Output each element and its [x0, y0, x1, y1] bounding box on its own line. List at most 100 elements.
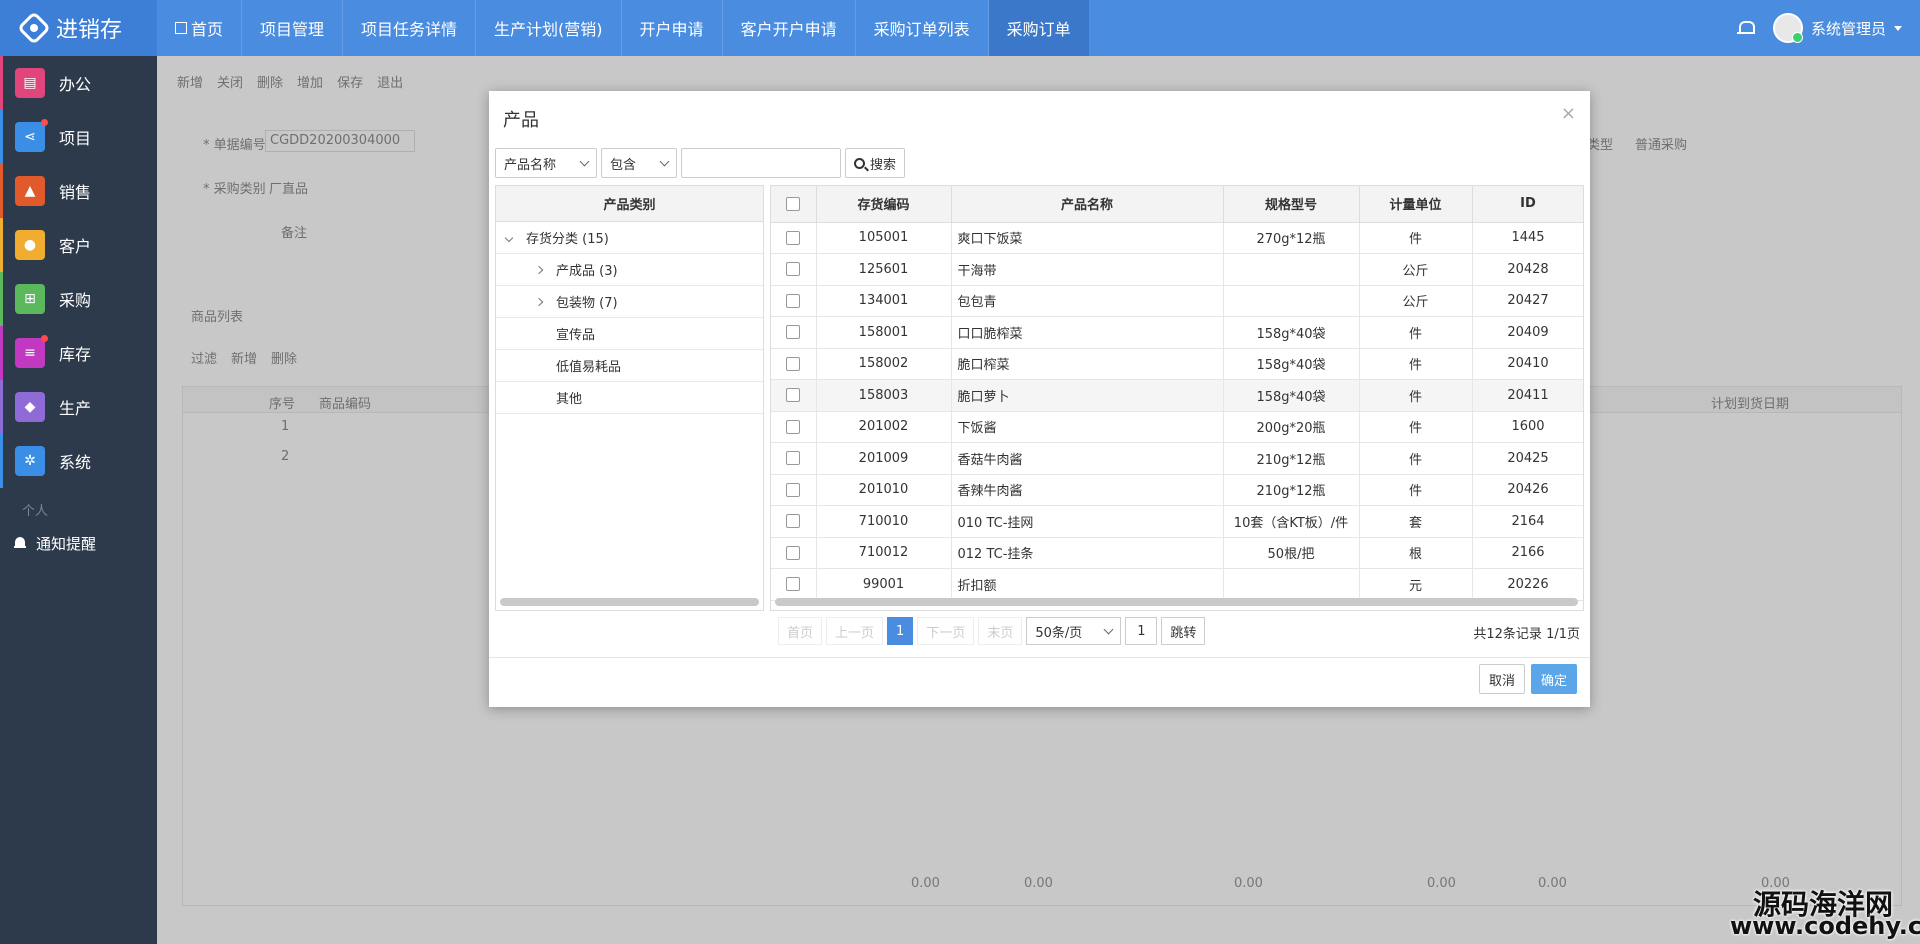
tree-node[interactable]: 产成品 (3) — [496, 254, 763, 286]
chevron-right-icon[interactable] — [534, 297, 544, 307]
row-checkbox[interactable] — [786, 262, 801, 277]
tab-nav-4[interactable]: 开户申请 — [622, 0, 723, 56]
sidebar-item-0[interactable]: ▤ 办公 — [0, 56, 157, 110]
cell-code: 158001 — [816, 316, 952, 349]
row-checkbox-cell[interactable] — [771, 316, 817, 349]
bell-icon — [14, 537, 26, 549]
table-row[interactable]: 201009 香菇牛肉酱 210g*12瓶件 20425 — [771, 442, 1583, 475]
row-checkbox-cell[interactable] — [771, 285, 817, 317]
sidebar-item-2[interactable]: ▲ 销售 — [0, 164, 157, 218]
row-checkbox-cell[interactable] — [771, 537, 817, 569]
watermark-line2: www.codehy.com — [1730, 912, 1920, 940]
row-checkbox[interactable] — [786, 293, 801, 308]
user-menu[interactable]: 系统管理员 — [1772, 13, 1902, 43]
table-row[interactable]: 158003 脆口萝卜 158g*40袋件 20411 — [771, 379, 1583, 412]
close-icon[interactable]: × — [1561, 103, 1576, 124]
bell-icon[interactable] — [1736, 20, 1755, 36]
sidebar-item-7[interactable]: ✲ 系统 — [0, 434, 157, 488]
chevron-down-icon[interactable] — [504, 233, 514, 243]
logo-icon — [17, 11, 51, 45]
table-row[interactable]: 125601 干海带 公斤 20428 — [771, 253, 1583, 286]
tree-node[interactable]: 存货分类 (15) — [496, 222, 763, 254]
sidebar-item-1[interactable]: ⋖ 项目 — [0, 110, 157, 164]
table-row[interactable]: 710012 012 TC-挂条 50根/把根 2166 — [771, 537, 1583, 569]
horizontal-scrollbar[interactable] — [500, 598, 759, 606]
row-checkbox-cell[interactable] — [771, 411, 817, 443]
first-page-button[interactable]: 首页 — [778, 617, 823, 645]
col-header[interactable]: 产品名称 — [951, 186, 1224, 223]
col-header[interactable]: ID — [1472, 186, 1583, 223]
brand[interactable]: 进销存 — [0, 0, 157, 56]
jump-page-input[interactable]: 1 — [1125, 617, 1158, 645]
tab-nav-5[interactable]: 客户开户申请 — [723, 0, 856, 56]
table-row[interactable]: 134001 包包青 公斤 20427 — [771, 285, 1583, 317]
sidebar-item-label: 系统 — [59, 453, 92, 472]
row-checkbox[interactable] — [786, 419, 801, 434]
filter-field-select[interactable]: 产品名称 — [495, 148, 597, 178]
row-checkbox[interactable] — [786, 356, 801, 371]
sidebar-item-4[interactable]: ⊞ 采购 — [0, 272, 157, 326]
row-checkbox[interactable] — [786, 482, 801, 497]
row-checkbox-cell[interactable] — [771, 253, 817, 286]
page-size-select[interactable]: 50条/页 — [1026, 617, 1122, 645]
confirm-button[interactable]: 确定 — [1531, 664, 1577, 694]
search-input[interactable] — [681, 148, 841, 178]
tree-node[interactable]: 宣传品 — [496, 318, 763, 350]
tree-node[interactable]: 其他 — [496, 382, 763, 414]
table-row[interactable]: 201010 香辣牛肉酱 210g*12瓶件 20426 — [771, 474, 1583, 506]
chevron-right-icon[interactable] — [534, 265, 544, 275]
tab-nav-7[interactable]: 采购订单 — [988, 0, 1090, 56]
tab-nav-3[interactable]: 生产计划(营销) — [476, 0, 622, 56]
tree-node[interactable]: 包装物 (7) — [496, 286, 763, 318]
cell-name: 012 TC-挂条 — [951, 537, 1224, 569]
row-checkbox[interactable] — [786, 325, 801, 340]
row-checkbox[interactable] — [786, 388, 801, 403]
row-checkbox[interactable] — [786, 514, 801, 529]
tab-nav-1[interactable]: 项目管理 — [242, 0, 344, 56]
row-checkbox-cell[interactable] — [771, 222, 817, 254]
prev-page-button[interactable]: 上一页 — [826, 617, 884, 645]
tab-nav-0[interactable]: 首页 — [157, 0, 243, 56]
sidebar-item-5[interactable]: ≡ 库存 — [0, 326, 157, 380]
table-row[interactable]: 158002 脆口榨菜 158g*40袋件 20410 — [771, 348, 1583, 380]
table-row[interactable]: 201002 下饭酱 200g*20瓶件 1600 — [771, 411, 1583, 443]
col-header[interactable]: 计量单位 — [1359, 186, 1473, 223]
table-row[interactable]: 105001 爽口下饭菜 270g*12瓶件 1445 — [771, 222, 1583, 254]
cancel-button[interactable]: 取消 — [1479, 664, 1525, 694]
table-row[interactable]: 710010 010 TC-挂网 10套（含KT板）/件套 2164 — [771, 505, 1583, 538]
select-all-checkbox-cell[interactable] — [771, 186, 817, 223]
search-button[interactable]: 搜索 — [845, 148, 906, 178]
table-row[interactable]: 158001 口口脆榨菜 158g*40袋件 20409 — [771, 316, 1583, 349]
current-page[interactable]: 1 — [887, 617, 914, 645]
horizontal-scrollbar[interactable] — [775, 598, 1578, 606]
cell-id: 20425 — [1472, 442, 1583, 475]
row-checkbox[interactable] — [786, 545, 801, 560]
sidebar-item-3[interactable]: ● 客户 — [0, 218, 157, 272]
cell-spec: 200g*20瓶 — [1223, 411, 1360, 443]
col-header[interactable]: 规格型号 — [1223, 186, 1360, 223]
filter-operator-select[interactable]: 包含 — [601, 148, 677, 178]
row-checkbox-cell[interactable] — [771, 379, 817, 412]
last-page-button[interactable]: 末页 — [978, 617, 1023, 645]
tab-nav-6[interactable]: 采购订单列表 — [856, 0, 989, 56]
row-checkbox-cell[interactable] — [771, 568, 817, 601]
row-checkbox-cell[interactable] — [771, 442, 817, 475]
bg-col-seq: 序号 — [269, 397, 296, 412]
row-checkbox[interactable] — [786, 230, 801, 245]
row-checkbox-cell[interactable] — [771, 474, 817, 506]
next-page-button[interactable]: 下一页 — [917, 617, 975, 645]
row-checkbox-cell[interactable] — [771, 348, 817, 380]
row-checkbox[interactable] — [786, 451, 801, 466]
table-row[interactable]: 99001 折扣额 元 20226 — [771, 568, 1583, 601]
sidebar-item-6[interactable]: ◆ 生产 — [0, 380, 157, 434]
tree-node[interactable]: 低值易耗品 — [496, 350, 763, 382]
cell-code: 125601 — [816, 253, 952, 286]
select-all-checkbox[interactable] — [786, 196, 801, 211]
row-checkbox-cell[interactable] — [771, 505, 817, 538]
tab-nav-2[interactable]: 项目任务详情 — [343, 0, 477, 56]
row-checkbox[interactable] — [786, 577, 801, 592]
sidebar-item-label: 采购 — [59, 291, 92, 310]
sidebar-item-notice[interactable]: 通知提醒 — [0, 525, 157, 561]
col-header[interactable]: 存货编码 — [816, 186, 952, 223]
jump-button[interactable]: 跳转 — [1161, 617, 1206, 645]
